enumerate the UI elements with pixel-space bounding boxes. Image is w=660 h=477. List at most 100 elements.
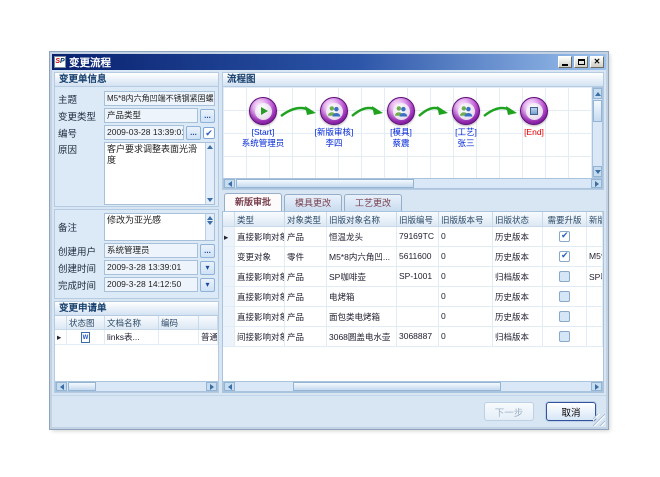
upgrade-checkbox[interactable] bbox=[559, 291, 570, 302]
detail-table-hscrollbar[interactable] bbox=[223, 381, 603, 392]
creator-ellipsis-button[interactable]: ... bbox=[200, 244, 215, 258]
cell-old-name: M5*8内六角凹... bbox=[327, 247, 397, 267]
header-extra[interactable] bbox=[199, 316, 218, 330]
table-row[interactable]: 变更对象 零件 M5*8内六角凹... 5611600 0 历史版本 M5*8 bbox=[223, 247, 603, 267]
scroll-right-button[interactable] bbox=[591, 179, 602, 188]
scroll-up-icon[interactable] bbox=[207, 216, 213, 220]
flow-node-mold[interactable]: [模具] 蔡震 bbox=[369, 97, 433, 148]
cell-old-name: 恒温龙头 bbox=[327, 227, 397, 247]
header-old-no[interactable]: 旧版编号 bbox=[397, 212, 439, 227]
scrollbar-thumb[interactable] bbox=[293, 382, 501, 391]
table-row[interactable]: 间接影响对象 产品 3068圆盖电水壶 3068887 0 归档版本 bbox=[223, 327, 603, 347]
cell-old-ver: 0 bbox=[439, 307, 493, 327]
maximize-icon bbox=[578, 59, 585, 65]
scroll-right-button[interactable] bbox=[591, 382, 602, 391]
flow-hscrollbar[interactable] bbox=[223, 178, 603, 189]
creator-input[interactable]: 系统管理员 bbox=[104, 243, 198, 258]
request-table-hscrollbar[interactable] bbox=[55, 381, 218, 392]
number-checkbox[interactable]: ✔ bbox=[203, 127, 215, 139]
titlebar[interactable]: SP 变更流程 ✕ bbox=[52, 54, 606, 70]
scrollbar-thumb[interactable] bbox=[236, 179, 414, 188]
flow-chart-header: 流程图 bbox=[223, 73, 603, 87]
reason-scrollbar[interactable] bbox=[205, 143, 214, 204]
remark-scrollbar[interactable] bbox=[205, 214, 214, 240]
remark-textarea[interactable]: 修改为亚光感 bbox=[104, 213, 215, 241]
close-button[interactable]: ✕ bbox=[590, 56, 604, 68]
scroll-left-button[interactable] bbox=[224, 382, 235, 391]
scroll-up-icon[interactable] bbox=[207, 145, 213, 149]
header-code[interactable]: 编码 bbox=[159, 316, 199, 330]
cell-old-no: 79169TC bbox=[397, 227, 439, 247]
finish-time-input[interactable]: 2009-3-28 14:12:50 bbox=[104, 277, 198, 292]
table-row[interactable]: 直接影响对象 产品 面包类电烤箱 0 历史版本 bbox=[223, 307, 603, 327]
scroll-left-button[interactable] bbox=[56, 382, 67, 391]
finish-time-label: 完成时间 bbox=[58, 278, 102, 292]
scroll-right-icon bbox=[595, 384, 599, 390]
change-process-dialog: SP 变更流程 ✕ 变更单信息 主题 M5*8内六角凹端不锈钢紧固螺钉 变更类型 bbox=[50, 52, 608, 429]
scroll-up-button[interactable] bbox=[593, 88, 602, 99]
table-row[interactable]: 直接影响对象 产品 SP咖啡壶 SP-1001 0 归档版本 SP咖 bbox=[223, 267, 603, 287]
header-old-name[interactable]: 旧版对象名称 bbox=[327, 212, 397, 227]
change-type-ellipsis-button[interactable]: ... bbox=[200, 109, 215, 123]
header-new[interactable]: 新版 bbox=[587, 212, 603, 227]
node-user: 李四 bbox=[325, 138, 342, 148]
flow-node-craft[interactable]: [工艺] 张三 bbox=[434, 97, 498, 148]
create-time-input[interactable]: 2009-3-28 13:39:01 bbox=[104, 260, 198, 275]
scroll-down-icon[interactable] bbox=[207, 198, 213, 202]
app-icon: SP bbox=[54, 56, 66, 68]
upgrade-checkbox[interactable] bbox=[559, 231, 570, 242]
header-old-status[interactable]: 旧版状态 bbox=[493, 212, 543, 227]
create-time-dropdown-button[interactable]: ▾ bbox=[200, 261, 215, 275]
upgrade-checkbox[interactable] bbox=[559, 271, 570, 282]
scrollbar-thumb[interactable] bbox=[593, 100, 602, 122]
header-need-upgrade[interactable]: 需要升版 bbox=[543, 212, 587, 227]
header-type[interactable]: 类型 bbox=[235, 212, 285, 227]
scroll-right-icon bbox=[595, 181, 599, 187]
cancel-button[interactable]: 取消 bbox=[546, 402, 596, 421]
request-table-row[interactable]: ▸ W links表... 普通 bbox=[55, 330, 218, 345]
maximize-button[interactable] bbox=[574, 56, 588, 68]
users-icon bbox=[459, 105, 473, 117]
number-ellipsis-button[interactable]: ... bbox=[186, 126, 201, 140]
number-input[interactable]: 2009-03-28 13:39:01 bbox=[104, 125, 184, 140]
next-button[interactable]: 下一步 bbox=[484, 402, 534, 421]
flow-vscrollbar[interactable] bbox=[592, 87, 603, 178]
cell-old-status: 归档版本 bbox=[493, 327, 543, 347]
dialog-client-area: 变更单信息 主题 M5*8内六角凹端不锈钢紧固螺钉 变更类型 产品类型 ... … bbox=[52, 70, 606, 427]
finish-time-dropdown-button[interactable]: ▾ bbox=[200, 278, 215, 292]
tab-mold-change[interactable]: 模具更改 bbox=[284, 194, 342, 211]
flow-node-review[interactable]: [新版审核] 李四 bbox=[302, 97, 366, 148]
upgrade-checkbox[interactable] bbox=[559, 251, 570, 262]
scrollbar-thumb[interactable] bbox=[68, 382, 96, 391]
upgrade-checkbox[interactable] bbox=[559, 311, 570, 322]
header-obj-type[interactable]: 对象类型 bbox=[285, 212, 327, 227]
flow-node-end[interactable]: [End] bbox=[502, 97, 566, 138]
header-old-ver[interactable]: 旧版版本号 bbox=[439, 212, 493, 227]
minimize-button[interactable] bbox=[558, 56, 572, 68]
scroll-left-button[interactable] bbox=[224, 179, 235, 188]
cell-old-name: 面包类电烤箱 bbox=[327, 307, 397, 327]
table-row[interactable]: ▸ 直接影响对象 产品 恒温龙头 79169TC 0 历史版本 bbox=[223, 227, 603, 247]
flow-chart-canvas[interactable]: [Start] 系统管理员 bbox=[223, 87, 592, 178]
request-table-header: 状态图 文档名称 编码 bbox=[55, 316, 218, 330]
change-type-input[interactable]: 产品类型 bbox=[104, 108, 198, 123]
cell-new bbox=[587, 227, 603, 247]
reason-textarea[interactable]: 客户要求调整表面光滑度 bbox=[104, 142, 215, 205]
creator-label: 创建用户 bbox=[58, 244, 102, 258]
node-tag: [End] bbox=[524, 127, 544, 137]
header-doc-name[interactable]: 文档名称 bbox=[105, 316, 159, 330]
scroll-right-button[interactable] bbox=[206, 382, 217, 391]
resize-grip[interactable] bbox=[593, 414, 605, 426]
tab-craft-change[interactable]: 工艺更改 bbox=[344, 194, 402, 211]
scroll-down-icon[interactable] bbox=[207, 221, 213, 225]
chevron-down-icon: ▾ bbox=[205, 281, 209, 289]
tab-new-version-approval[interactable]: 新版审批 bbox=[224, 193, 282, 211]
scroll-left-icon bbox=[60, 384, 64, 390]
subject-input[interactable]: M5*8内六角凹端不锈钢紧固螺钉 bbox=[104, 91, 215, 106]
header-status-image[interactable]: 状态图 bbox=[67, 316, 105, 330]
table-row[interactable]: 直接影响对象 产品 电烤箱 0 历史版本 bbox=[223, 287, 603, 307]
cell-old-ver: 0 bbox=[439, 287, 493, 307]
upgrade-checkbox[interactable] bbox=[559, 331, 570, 342]
flow-node-start[interactable]: [Start] 系统管理员 bbox=[231, 97, 295, 148]
scroll-down-button[interactable] bbox=[593, 166, 602, 177]
